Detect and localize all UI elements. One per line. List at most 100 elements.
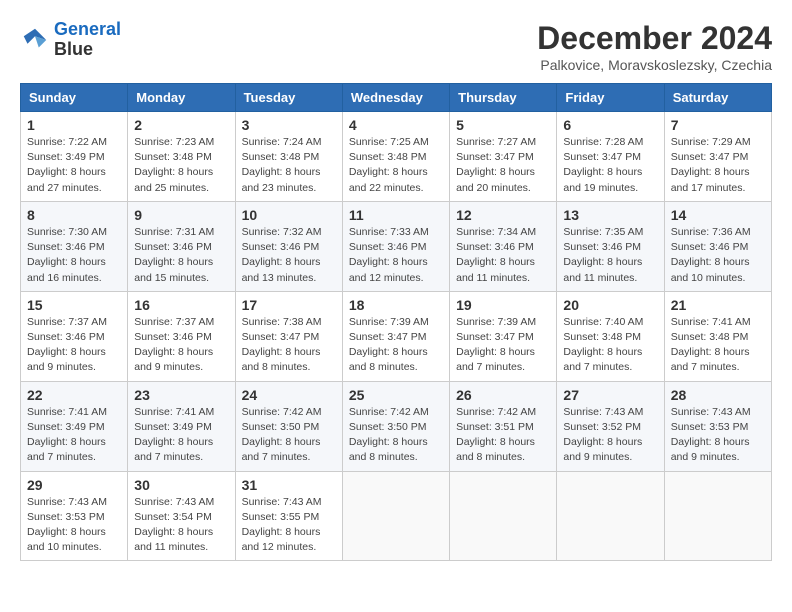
day-number: 28 <box>671 387 765 403</box>
day-info: Sunrise: 7:24 AMSunset: 3:48 PMDaylight:… <box>242 135 336 196</box>
day-info: Sunrise: 7:23 AMSunset: 3:48 PMDaylight:… <box>134 135 228 196</box>
day-number: 24 <box>242 387 336 403</box>
day-info: Sunrise: 7:28 AMSunset: 3:47 PMDaylight:… <box>563 135 657 196</box>
calendar-cell: 14 Sunrise: 7:36 AMSunset: 3:46 PMDayligh… <box>664 201 771 291</box>
day-number: 12 <box>456 207 550 223</box>
calendar-cell: 27 Sunrise: 7:43 AMSunset: 3:52 PMDayligh… <box>557 381 664 471</box>
calendar-cell: 19 Sunrise: 7:39 AMSunset: 3:47 PMDayligh… <box>450 291 557 381</box>
day-info: Sunrise: 7:32 AMSunset: 3:46 PMDaylight:… <box>242 225 336 286</box>
calendar-cell: 25 Sunrise: 7:42 AMSunset: 3:50 PMDayligh… <box>342 381 449 471</box>
day-info: Sunrise: 7:38 AMSunset: 3:47 PMDaylight:… <box>242 315 336 376</box>
calendar-cell: 26Sunrise: 7:42 AMSunset: 3:51 PMDayligh… <box>450 381 557 471</box>
day-number: 3 <box>242 117 336 133</box>
day-number: 10 <box>242 207 336 223</box>
calendar-day-header: Wednesday <box>342 84 449 112</box>
day-number: 18 <box>349 297 443 313</box>
calendar-cell: 7Sunrise: 7:29 AMSunset: 3:47 PMDaylight… <box>664 112 771 202</box>
day-number: 19 <box>456 297 550 313</box>
calendar-table: SundayMondayTuesdayWednesdayThursdayFrid… <box>20 83 772 561</box>
day-info: Sunrise: 7:43 AMSunset: 3:53 PMDaylight:… <box>27 495 121 556</box>
day-info: Sunrise: 7:33 AMSunset: 3:46 PMDaylight:… <box>349 225 443 286</box>
calendar-cell: 28Sunrise: 7:43 AMSunset: 3:53 PMDayligh… <box>664 381 771 471</box>
day-number: 14 <box>671 207 765 223</box>
day-number: 31 <box>242 477 336 493</box>
calendar-cell: 5Sunrise: 7:27 AMSunset: 3:47 PMDaylight… <box>450 112 557 202</box>
calendar-cell: 3 Sunrise: 7:24 AMSunset: 3:48 PMDaylight… <box>235 112 342 202</box>
calendar-week-row: 1Sunrise: 7:22 AMSunset: 3:49 PMDaylight… <box>21 112 772 202</box>
calendar-cell: 1Sunrise: 7:22 AMSunset: 3:49 PMDaylight… <box>21 112 128 202</box>
calendar-cell: 31 Sunrise: 7:43 AMSunset: 3:55 PMDayligh… <box>235 471 342 561</box>
calendar-cell: 10 Sunrise: 7:32 AMSunset: 3:46 PMDayligh… <box>235 201 342 291</box>
calendar-day-header: Monday <box>128 84 235 112</box>
calendar-day-header: Thursday <box>450 84 557 112</box>
day-info: Sunrise: 7:40 AMSunset: 3:48 PMDaylight:… <box>563 315 657 376</box>
logo-text: GeneralBlue <box>54 20 121 60</box>
calendar-week-row: 22Sunrise: 7:41 AMSunset: 3:49 PMDayligh… <box>21 381 772 471</box>
day-number: 21 <box>671 297 765 313</box>
day-info: Sunrise: 7:37 AMSunset: 3:46 PMDaylight:… <box>134 315 228 376</box>
day-info: Sunrise: 7:39 AMSunset: 3:47 PMDaylight:… <box>349 315 443 376</box>
day-number: 6 <box>563 117 657 133</box>
day-number: 11 <box>349 207 443 223</box>
calendar-cell: 23 Sunrise: 7:41 AMSunset: 3:49 PMDayligh… <box>128 381 235 471</box>
day-info: Sunrise: 7:30 AMSunset: 3:46 PMDaylight:… <box>27 225 121 286</box>
day-number: 30 <box>134 477 228 493</box>
calendar-cell: 6 Sunrise: 7:28 AMSunset: 3:47 PMDaylight… <box>557 112 664 202</box>
day-info: Sunrise: 7:34 AMSunset: 3:46 PMDaylight:… <box>456 225 550 286</box>
calendar-cell: 4 Sunrise: 7:25 AMSunset: 3:48 PMDaylight… <box>342 112 449 202</box>
day-info: Sunrise: 7:39 AMSunset: 3:47 PMDaylight:… <box>456 315 550 376</box>
day-info: Sunrise: 7:29 AMSunset: 3:47 PMDaylight:… <box>671 135 765 196</box>
day-info: Sunrise: 7:42 AMSunset: 3:50 PMDaylight:… <box>349 405 443 466</box>
day-number: 15 <box>27 297 121 313</box>
day-info: Sunrise: 7:43 AMSunset: 3:54 PMDaylight:… <box>134 495 228 556</box>
calendar-cell: 8 Sunrise: 7:30 AMSunset: 3:46 PMDaylight… <box>21 201 128 291</box>
calendar-day-header: Saturday <box>664 84 771 112</box>
day-info: Sunrise: 7:35 AMSunset: 3:46 PMDaylight:… <box>563 225 657 286</box>
day-info: Sunrise: 7:41 AMSunset: 3:49 PMDaylight:… <box>134 405 228 466</box>
day-number: 20 <box>563 297 657 313</box>
page-header: GeneralBlue December 2024 Palkovice, Mor… <box>20 20 772 73</box>
location-subtitle: Palkovice, Moravskoslezsky, Czechia <box>537 57 772 73</box>
calendar-header-row: SundayMondayTuesdayWednesdayThursdayFrid… <box>21 84 772 112</box>
calendar-cell: 2Sunrise: 7:23 AMSunset: 3:48 PMDaylight… <box>128 112 235 202</box>
day-number: 9 <box>134 207 228 223</box>
day-number: 23 <box>134 387 228 403</box>
day-info: Sunrise: 7:41 AMSunset: 3:48 PMDaylight:… <box>671 315 765 376</box>
calendar-cell: 24 Sunrise: 7:42 AMSunset: 3:50 PMDayligh… <box>235 381 342 471</box>
day-number: 27 <box>563 387 657 403</box>
calendar-cell: 17Sunrise: 7:38 AMSunset: 3:47 PMDayligh… <box>235 291 342 381</box>
calendar-cell: 30 Sunrise: 7:43 AMSunset: 3:54 PMDayligh… <box>128 471 235 561</box>
day-info: Sunrise: 7:36 AMSunset: 3:46 PMDaylight:… <box>671 225 765 286</box>
calendar-cell: 13 Sunrise: 7:35 AMSunset: 3:46 PMDayligh… <box>557 201 664 291</box>
calendar-cell: 20 Sunrise: 7:40 AMSunset: 3:48 PMDayligh… <box>557 291 664 381</box>
day-number: 5 <box>456 117 550 133</box>
calendar-day-header: Friday <box>557 84 664 112</box>
calendar-cell <box>557 471 664 561</box>
logo-icon <box>20 25 50 55</box>
day-number: 25 <box>349 387 443 403</box>
calendar-week-row: 15 Sunrise: 7:37 AMSunset: 3:46 PMDayligh… <box>21 291 772 381</box>
month-year-title: December 2024 <box>537 20 772 57</box>
day-info: Sunrise: 7:25 AMSunset: 3:48 PMDaylight:… <box>349 135 443 196</box>
calendar-week-row: 8 Sunrise: 7:30 AMSunset: 3:46 PMDaylight… <box>21 201 772 291</box>
calendar-body: 1Sunrise: 7:22 AMSunset: 3:49 PMDaylight… <box>21 112 772 561</box>
calendar-cell: 22Sunrise: 7:41 AMSunset: 3:49 PMDayligh… <box>21 381 128 471</box>
day-number: 13 <box>563 207 657 223</box>
calendar-cell: 9Sunrise: 7:31 AMSunset: 3:46 PMDaylight… <box>128 201 235 291</box>
calendar-cell: 15Sunrise: 7:37 AMSunset: 3:46 PMDayligh… <box>21 291 128 381</box>
calendar-cell: 11 Sunrise: 7:33 AMSunset: 3:46 PMDayligh… <box>342 201 449 291</box>
day-info: Sunrise: 7:42 AMSunset: 3:50 PMDaylight:… <box>242 405 336 466</box>
day-number: 1 <box>27 117 121 133</box>
day-number: 8 <box>27 207 121 223</box>
calendar-cell <box>664 471 771 561</box>
day-info: Sunrise: 7:43 AMSunset: 3:55 PMDaylight:… <box>242 495 336 556</box>
day-info: Sunrise: 7:43 AMSunset: 3:52 PMDaylight:… <box>563 405 657 466</box>
calendar-cell: 16 Sunrise: 7:37 AMSunset: 3:46 PMDayligh… <box>128 291 235 381</box>
calendar-cell <box>450 471 557 561</box>
day-number: 29 <box>27 477 121 493</box>
calendar-day-header: Sunday <box>21 84 128 112</box>
day-number: 26 <box>456 387 550 403</box>
day-number: 4 <box>349 117 443 133</box>
calendar-day-header: Tuesday <box>235 84 342 112</box>
day-number: 16 <box>134 297 228 313</box>
